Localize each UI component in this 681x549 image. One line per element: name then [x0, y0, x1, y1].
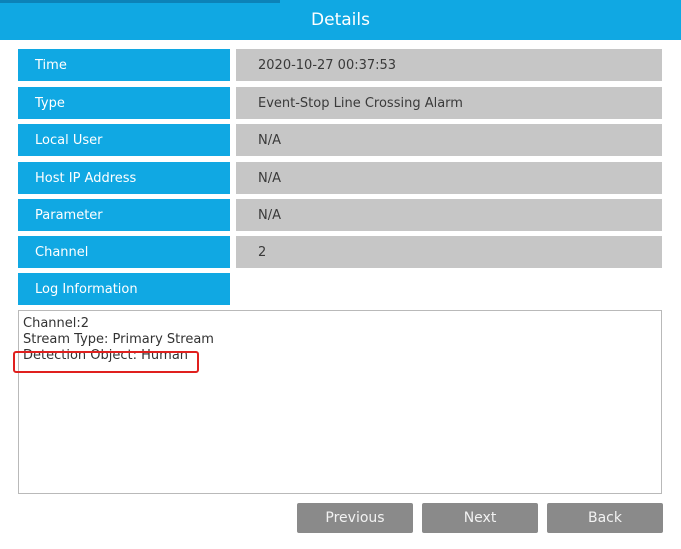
field-value-channel: 2 [236, 236, 662, 268]
field-row-local-user: Local User N/A [18, 124, 662, 156]
log-information-label: Log Information [18, 273, 230, 305]
field-label-type: Type [18, 87, 230, 119]
dialog-title: Details [311, 10, 370, 30]
field-row-parameter: Parameter N/A [18, 199, 662, 231]
field-label-time: Time [18, 49, 230, 81]
field-label-channel: Channel [18, 236, 230, 268]
next-button[interactable]: Next [422, 503, 538, 533]
field-value-local-user: N/A [236, 124, 662, 156]
log-line-channel: Channel:2 [23, 316, 90, 331]
field-row-host-ip: Host IP Address N/A [18, 162, 662, 194]
previous-button[interactable]: Previous [297, 503, 413, 533]
field-value-time: 2020-10-27 00:37:53 [236, 49, 662, 81]
log-information-row: Log Information [18, 273, 662, 305]
log-information-textbox[interactable]: Channel:2 Stream Type: Primary Stream De… [18, 310, 662, 494]
field-value-parameter: N/A [236, 199, 662, 231]
field-label-local-user: Local User [18, 124, 230, 156]
field-row-time: Time 2020-10-27 00:37:53 [18, 49, 662, 81]
log-line-stream-type: Stream Type: Primary Stream [23, 332, 214, 347]
field-value-type: Event-Stop Line Crossing Alarm [236, 87, 662, 119]
back-button[interactable]: Back [547, 503, 663, 533]
field-label-host-ip: Host IP Address [18, 162, 230, 194]
field-row-channel: Channel 2 [18, 236, 662, 268]
title-accent-line [0, 0, 280, 3]
details-title-bar: Details [0, 0, 681, 40]
field-label-parameter: Parameter [18, 199, 230, 231]
field-value-host-ip: N/A [236, 162, 662, 194]
field-row-type: Type Event-Stop Line Crossing Alarm [18, 87, 662, 119]
detection-object-highlight-box [13, 351, 199, 373]
